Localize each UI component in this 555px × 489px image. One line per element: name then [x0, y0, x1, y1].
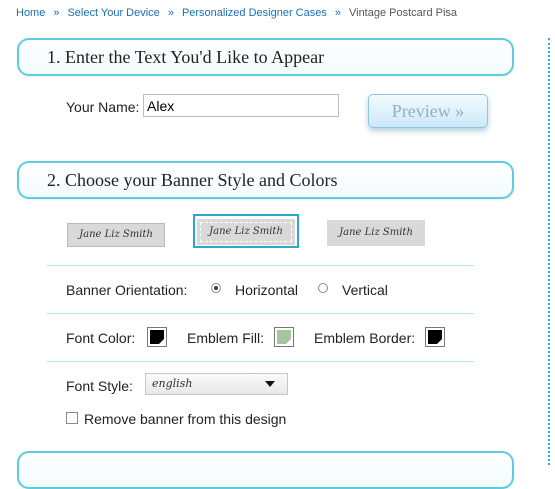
font-color-label: Font Color: [66, 330, 136, 346]
emblem-border-label: Emblem Border: [314, 330, 416, 346]
divider [47, 265, 474, 266]
preview-button[interactable]: Preview » [368, 94, 488, 128]
font-color-fill [150, 330, 164, 344]
name-input[interactable] [143, 94, 339, 117]
breadcrumb: Home » Select Your Device » Personalized Des… [16, 7, 457, 19]
name-label: Your Name: [66, 99, 140, 115]
font-style-value: english [152, 377, 193, 390]
emblem-fill-fill [277, 330, 291, 344]
emblem-border-fill [428, 330, 442, 344]
font-color-swatch[interactable] [147, 327, 167, 347]
emblem-fill-swatch[interactable] [274, 327, 294, 347]
breadcrumb-separator: » [334, 7, 341, 19]
step2-header: 2. Choose your Banner Style and Colors [17, 161, 514, 199]
breadcrumb-separator: » [167, 7, 174, 19]
breadcrumb-select-device[interactable]: Select Your Device [67, 7, 159, 19]
orientation-horizontal-radio[interactable] [211, 283, 221, 293]
step1-header: 1. Enter the Text You'd Like to Appear [17, 38, 514, 76]
divider [47, 361, 474, 362]
font-style-select[interactable]: english [145, 373, 288, 395]
remove-banner-checkbox[interactable] [66, 412, 78, 424]
remove-banner-label[interactable]: Remove banner from this design [84, 411, 286, 427]
emblem-border-swatch[interactable] [425, 327, 445, 347]
breadcrumb-current: Vintage Postcard Pisa [348, 7, 458, 19]
banner-style-option-2[interactable]: Jane Liz Smith [197, 219, 295, 245]
step1-title: 1. Enter the Text You'd Like to Appear [47, 47, 325, 67]
orientation-label: Banner Orientation: [66, 282, 188, 298]
step2-title: 2. Choose your Banner Style and Colors [47, 170, 338, 190]
breadcrumb-home[interactable]: Home [16, 7, 45, 19]
orientation-horizontal-label[interactable]: Horizontal [235, 282, 298, 298]
font-style-label: Font Style: [66, 378, 133, 394]
chevron-down-icon [265, 381, 275, 387]
step3-header [17, 451, 514, 489]
breadcrumb-separator: » [53, 7, 60, 19]
breadcrumb-designer-cases[interactable]: Personalized Designer Cases [182, 7, 327, 19]
right-dotted-border [548, 38, 550, 465]
divider [47, 313, 474, 314]
banner-style-option-1[interactable]: Jane Liz Smith [67, 221, 165, 249]
orientation-vertical-label[interactable]: Vertical [342, 282, 388, 298]
banner-style-option-3[interactable]: Jane Liz Smith [327, 220, 425, 246]
orientation-vertical-radio[interactable] [318, 283, 328, 293]
emblem-fill-label: Emblem Fill: [187, 330, 265, 346]
